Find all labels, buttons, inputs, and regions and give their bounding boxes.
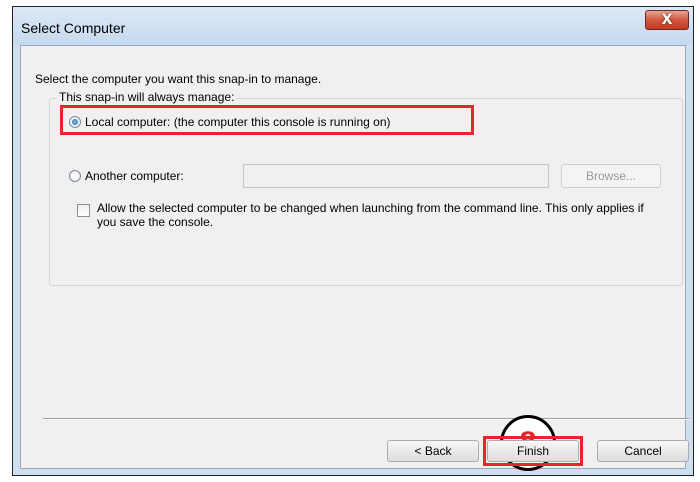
group-title: This snap-in will always manage: [57, 90, 237, 104]
dialog-title: Select Computer [21, 20, 126, 36]
allow-change-checkbox[interactable] [77, 204, 90, 217]
another-computer-radio[interactable] [69, 170, 81, 182]
another-computer-label[interactable]: Another computer: [85, 169, 184, 183]
select-computer-dialog: Select Computer X Select the computer yo… [12, 6, 694, 476]
instruction-text: Select the computer you want this snap-i… [35, 72, 322, 86]
another-computer-input[interactable] [243, 164, 549, 188]
browse-button[interactable]: Browse... [561, 164, 661, 188]
finish-highlight [483, 436, 583, 466]
close-button[interactable]: X [645, 10, 689, 30]
dialog-body: Select the computer you want this snap-i… [20, 45, 689, 471]
title-bar: Select Computer X [13, 7, 693, 45]
local-computer-highlight [60, 105, 474, 135]
close-icon: X [661, 12, 673, 28]
back-button[interactable]: < Back [387, 440, 479, 462]
footer-separator [43, 418, 689, 420]
allow-change-label[interactable]: Allow the selected computer to be change… [97, 201, 657, 229]
cancel-button[interactable]: Cancel [597, 440, 689, 462]
